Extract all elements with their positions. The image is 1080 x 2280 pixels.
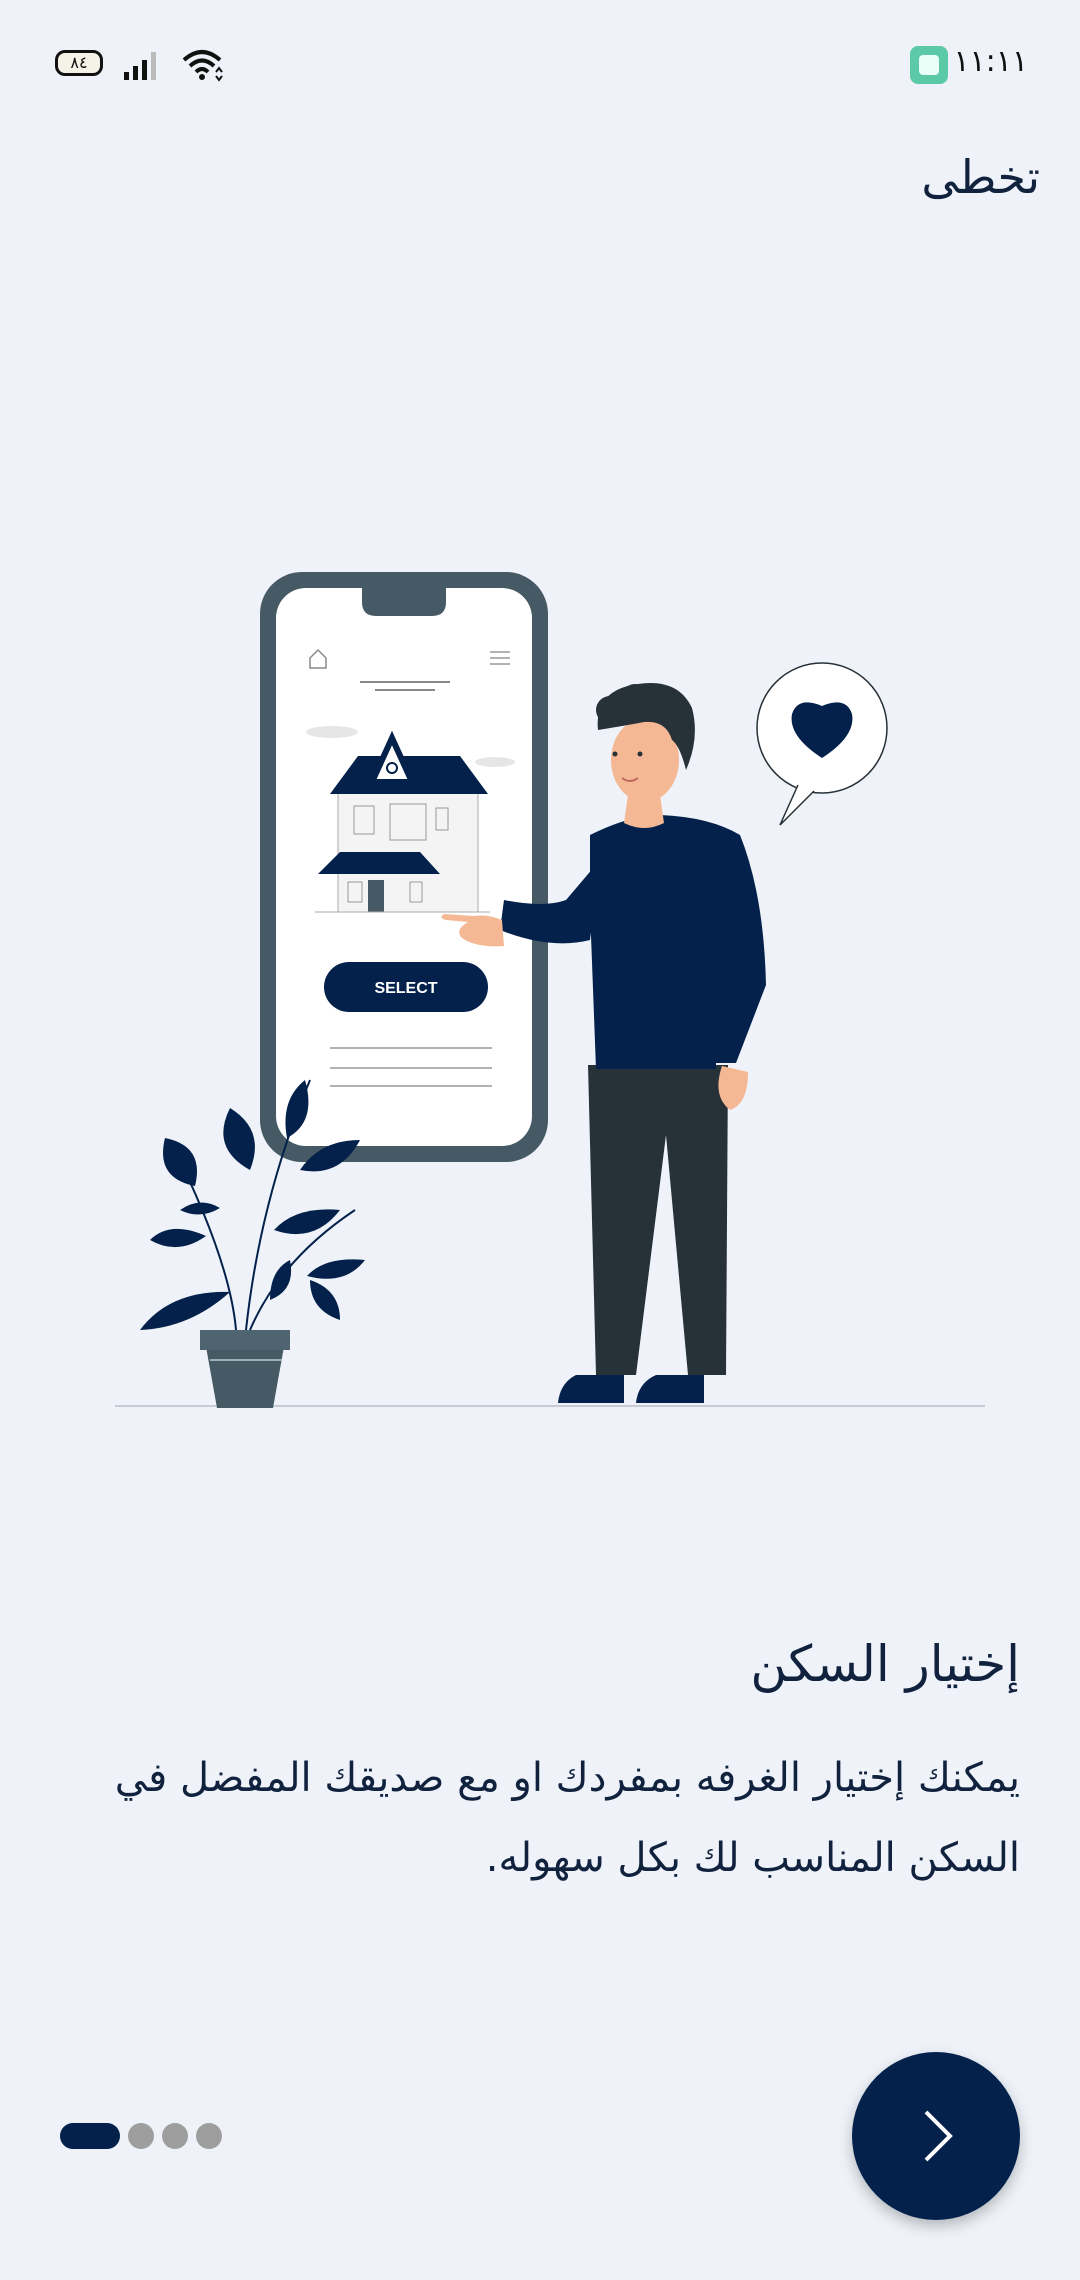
phone-select-label: SELECT xyxy=(374,980,437,997)
page-dot xyxy=(128,2123,154,2149)
onboarding-illustration: SELECT xyxy=(115,572,985,1408)
next-button[interactable] xyxy=(852,2052,1020,2220)
battery-icon: ٨٤ xyxy=(55,50,103,76)
signal-icon xyxy=(124,52,156,80)
wifi-icon xyxy=(182,50,223,82)
battery-level: ٨٤ xyxy=(70,53,88,72)
phone-illustration: SELECT xyxy=(260,572,548,1162)
status-bar: ٨٤ ١١:١١ xyxy=(0,0,1080,130)
page-title: إختيار السكن xyxy=(750,1635,1020,1693)
chevron-right-icon xyxy=(924,2110,953,2162)
page-description: يمكنك إختيار الغرفه بمفردك او مع صديقك ا… xyxy=(114,1755,1020,1881)
status-time: ١١:١١ xyxy=(953,44,1028,79)
heart-speech-bubble xyxy=(756,662,888,826)
app-notification-icon xyxy=(910,46,948,84)
skip-button[interactable]: تخطى xyxy=(921,150,1040,204)
page-dot xyxy=(196,2123,222,2149)
page-dot xyxy=(162,2123,188,2149)
page-dot-active xyxy=(60,2123,120,2149)
